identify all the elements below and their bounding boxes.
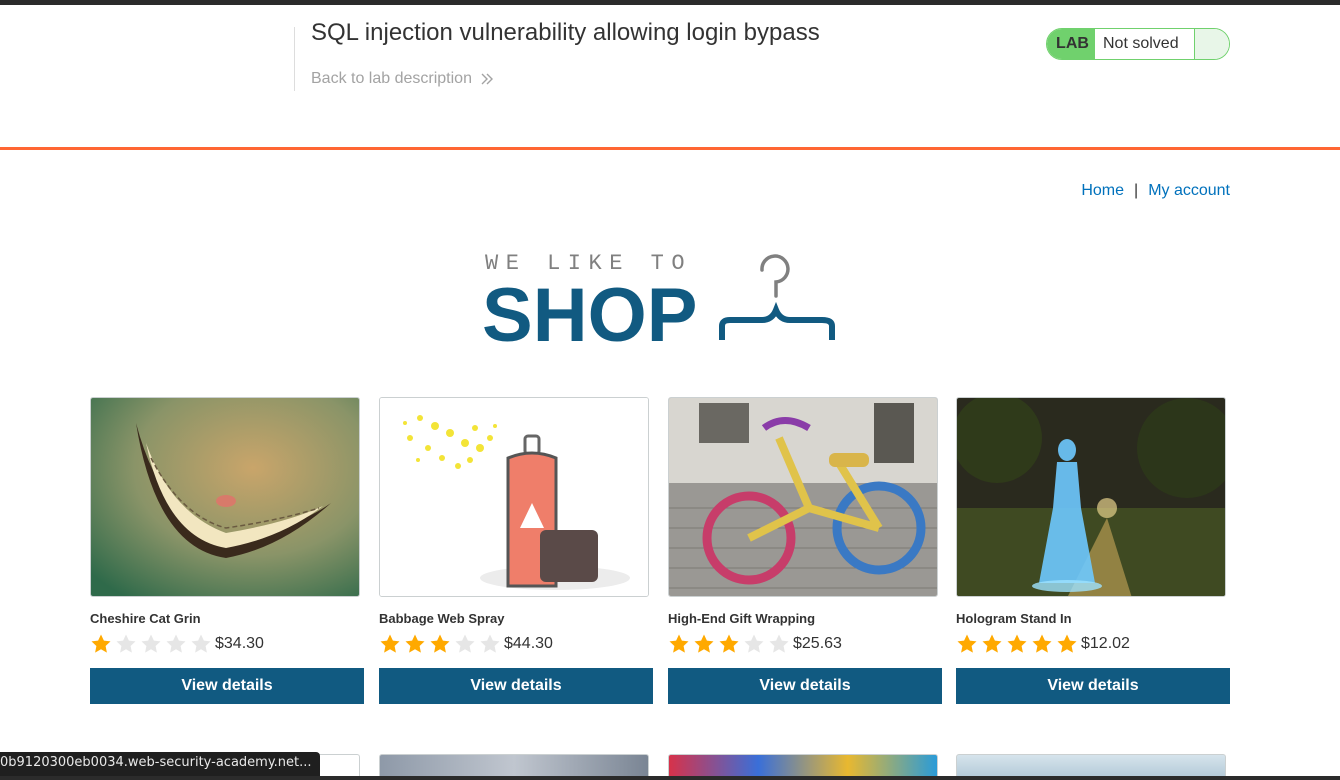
- lab-status-widget: LAB Not solved: [1046, 28, 1230, 60]
- product-rating: [956, 633, 1078, 655]
- star-filled-icon: [1032, 634, 1052, 653]
- star-filled-icon: [430, 634, 450, 653]
- star-empty-icon: [191, 634, 211, 653]
- star-filled-icon: [669, 634, 689, 653]
- logo-shop-text: SHOP: [482, 273, 697, 348]
- star-filled-icon: [719, 634, 739, 653]
- product-card: Babbage Web Spray $44.30 View details: [379, 397, 653, 704]
- nav-separator: |: [1134, 182, 1139, 199]
- product-price: $25.63: [793, 635, 842, 652]
- lab-title: SQL injection vulnerability allowing log…: [311, 19, 820, 46]
- product-image-cheshire-grin[interactable]: [90, 397, 360, 597]
- star-empty-icon: [166, 634, 186, 653]
- header-divider: [294, 27, 295, 91]
- product-price: $34.30: [215, 635, 264, 652]
- star-filled-icon: [982, 634, 1002, 653]
- lab-status-text: Not solved: [1095, 29, 1194, 59]
- product-rating: [379, 633, 501, 655]
- nav-home-link[interactable]: Home: [1081, 182, 1124, 200]
- product-image-knitted-bicycle[interactable]: [668, 397, 938, 597]
- star-filled-icon: [957, 634, 977, 653]
- product-card: Hologram Stand In $12.02 View details: [956, 397, 1230, 704]
- star-filled-icon: [694, 634, 714, 653]
- star-filled-icon: [91, 634, 111, 653]
- product-name: Babbage Web Spray: [379, 611, 505, 626]
- header-accent-rule: [0, 147, 1340, 150]
- shop-logo: WE LIKE TO SHOP: [480, 248, 850, 358]
- back-to-lab-description-link[interactable]: Back to lab description: [311, 70, 494, 88]
- view-details-button[interactable]: View details: [90, 668, 364, 704]
- product-name: High-End Gift Wrapping: [668, 611, 816, 626]
- top-nav: Home | My account: [1081, 182, 1230, 200]
- product-image-hologram-woman[interactable]: [956, 397, 1226, 597]
- view-details-button[interactable]: View details: [956, 668, 1230, 704]
- browser-bottom-edge: [0, 776, 1340, 780]
- lab-header: SQL injection vulnerability allowing log…: [0, 5, 1340, 148]
- star-filled-icon: [380, 634, 400, 653]
- star-empty-icon: [480, 634, 500, 653]
- product-rating: [90, 633, 212, 655]
- product-name: Cheshire Cat Grin: [90, 611, 201, 626]
- product-price: $44.30: [504, 635, 553, 652]
- coat-hanger-icon: [719, 254, 835, 340]
- product-image-spray-can[interactable]: [379, 397, 649, 597]
- star-filled-icon: [405, 634, 425, 653]
- star-filled-icon: [1007, 634, 1027, 653]
- star-empty-icon: [116, 634, 136, 653]
- star-filled-icon: [1057, 634, 1077, 653]
- product-rating: [668, 633, 790, 655]
- double-chevron-right-icon: [480, 72, 494, 86]
- product-name: Hologram Stand In: [956, 611, 1072, 626]
- product-card: High-End Gift Wrapping $25.63 View detai…: [668, 397, 942, 704]
- view-details-button[interactable]: View details: [668, 668, 942, 704]
- star-empty-icon: [455, 634, 475, 653]
- product-card: Cheshire Cat Grin $34.30 View details: [90, 397, 364, 704]
- product-price: $12.02: [1081, 635, 1130, 652]
- star-empty-icon: [769, 634, 789, 653]
- nav-my-account-link[interactable]: My account: [1148, 182, 1230, 200]
- lab-status-icon: [1194, 29, 1229, 59]
- view-details-button[interactable]: View details: [379, 668, 653, 704]
- star-empty-icon: [744, 634, 764, 653]
- back-link-label: Back to lab description: [311, 70, 472, 87]
- star-empty-icon: [141, 634, 161, 653]
- status-bar-url: 0b9120300eb0034.web-security-academy.net…: [0, 752, 320, 776]
- lab-badge: LAB: [1047, 29, 1095, 59]
